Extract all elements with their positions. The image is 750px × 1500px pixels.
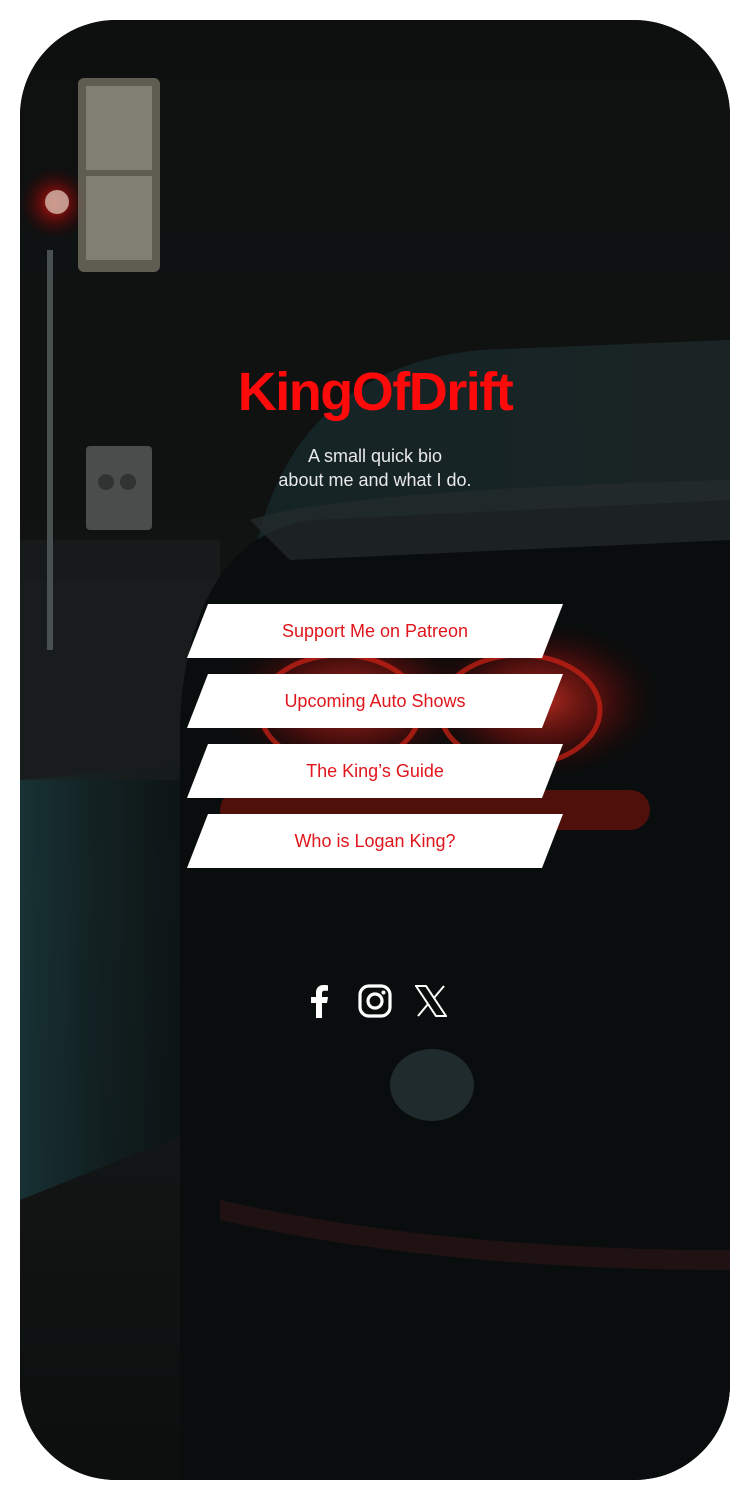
instagram-icon[interactable]	[358, 983, 392, 1019]
link-button-label: Who is Logan King?	[294, 830, 456, 851]
link-list: Support Me on Patreon Upcoming Auto Show…	[187, 604, 563, 884]
profile-bio: A small quick bio about me and what I do…	[20, 444, 730, 492]
social-links	[20, 983, 730, 1019]
link-button-patreon[interactable]: Support Me on Patreon	[187, 604, 563, 658]
link-button-auto-shows[interactable]: Upcoming Auto Shows	[187, 674, 563, 728]
facebook-icon[interactable]	[302, 983, 336, 1019]
profile-content: KingOfDrift A small quick bio about me a…	[20, 20, 730, 1480]
link-button-label: The King’s Guide	[306, 760, 444, 781]
link-button-kings-guide[interactable]: The King’s Guide	[187, 744, 563, 798]
bio-line-1: A small quick bio	[307, 446, 443, 466]
link-button-who-is-logan[interactable]: Who is Logan King?	[187, 814, 563, 868]
bio-line-2: about me and what I do.	[278, 470, 472, 490]
profile-name: KingOfDrift	[237, 362, 514, 422]
x-icon[interactable]	[414, 983, 448, 1019]
link-page-frame: KingOfDrift A small quick bio about me a…	[20, 20, 730, 1480]
link-button-label: Upcoming Auto Shows	[284, 690, 466, 711]
link-button-label: Support Me on Patreon	[281, 620, 469, 641]
